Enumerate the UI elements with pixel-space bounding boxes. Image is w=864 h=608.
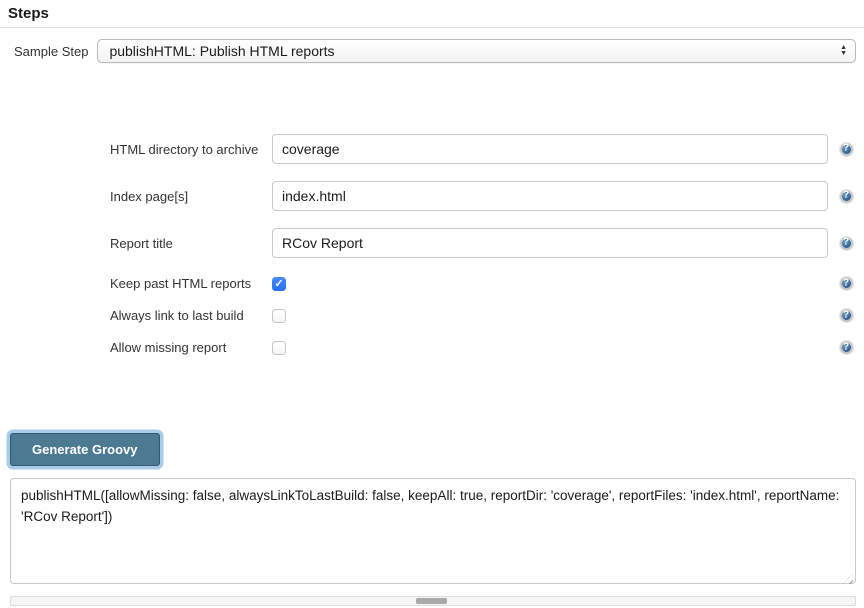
help-icon[interactable]: ? [840, 309, 853, 322]
checkbox-label: Always link to last build [110, 308, 272, 323]
help-icon[interactable]: ? [840, 143, 853, 156]
select-arrows-icon: ▲ ▼ [840, 45, 847, 57]
section-title: Steps [0, 0, 864, 22]
checkbox-row-allow-missing: Allow missing report ? [0, 339, 864, 356]
horizontal-scrollbar[interactable] [10, 596, 856, 606]
generate-groovy-button[interactable]: Generate Groovy [10, 433, 160, 466]
question-mark-glyph: ? [843, 238, 849, 248]
publish-html-form: HTML directory to archive ? Index page[s… [0, 134, 864, 356]
field-label: Index page[s] [110, 189, 272, 204]
help-icon[interactable]: ? [840, 277, 853, 290]
help-icon[interactable]: ? [840, 190, 853, 203]
field-row-report-dir: HTML directory to archive ? [0, 134, 864, 164]
checkbox-label: Allow missing report [110, 340, 272, 355]
checkbox-row-keep-all: Keep past HTML reports ? [0, 275, 864, 292]
sample-step-label: Sample Step [14, 44, 88, 59]
field-row-index-pages: Index page[s] ? [0, 181, 864, 211]
generated-script-area: publishHTML([allowMissing: false, always… [10, 478, 856, 589]
question-mark-glyph: ? [843, 278, 849, 288]
section-divider [0, 27, 864, 28]
question-mark-glyph: ? [843, 310, 849, 320]
report-dir-input[interactable] [272, 134, 828, 164]
help-icon[interactable]: ? [840, 341, 853, 354]
always-link-checkbox[interactable] [272, 309, 286, 323]
arrow-down-icon: ▼ [840, 51, 847, 57]
report-title-input[interactable] [272, 228, 828, 258]
index-pages-input[interactable] [272, 181, 828, 211]
sample-step-selected-value: publishHTML: Publish HTML reports [109, 43, 840, 59]
checkbox-row-always-link: Always link to last build ? [0, 307, 864, 324]
question-mark-glyph: ? [843, 191, 849, 201]
button-area: Generate Groovy [10, 433, 864, 466]
sample-step-select[interactable]: publishHTML: Publish HTML reports ▲ ▼ [97, 39, 856, 63]
steps-section: Steps Sample Step publishHTML: Publish H… [0, 0, 864, 606]
keep-past-reports-checkbox[interactable] [272, 277, 286, 291]
checkbox-label: Keep past HTML reports [110, 276, 272, 291]
field-row-report-title: Report title ? [0, 228, 864, 258]
field-label: Report title [110, 236, 272, 251]
question-mark-glyph: ? [843, 342, 849, 352]
sample-step-row: Sample Step publishHTML: Publish HTML re… [14, 39, 856, 63]
allow-missing-checkbox[interactable] [272, 341, 286, 355]
field-label: HTML directory to archive [110, 142, 272, 157]
help-icon[interactable]: ? [840, 237, 853, 250]
generated-script-textarea[interactable]: publishHTML([allowMissing: false, always… [10, 478, 856, 584]
question-mark-glyph: ? [843, 144, 849, 154]
scrollbar-thumb[interactable] [416, 598, 447, 604]
